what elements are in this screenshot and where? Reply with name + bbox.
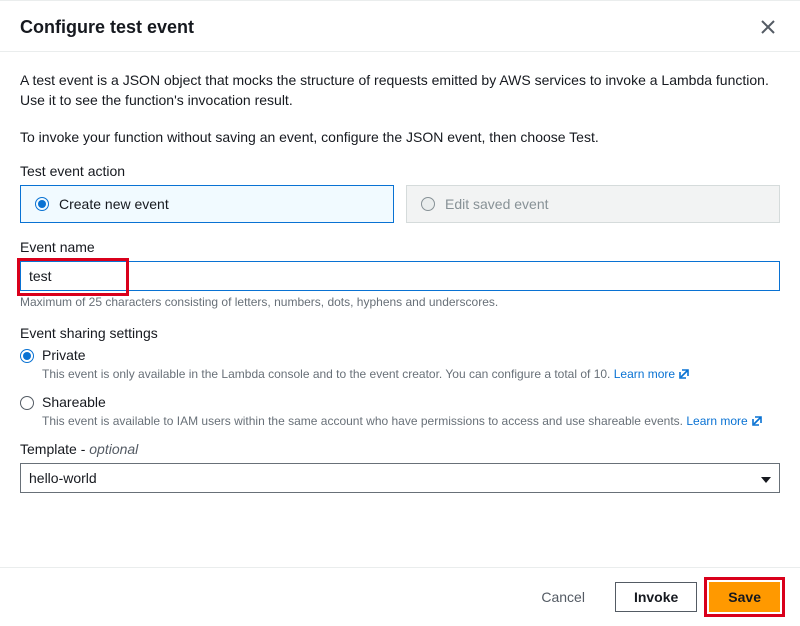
private-description: This event is only available in the Lamb… bbox=[42, 366, 780, 384]
radio-disabled-icon bbox=[421, 197, 435, 211]
template-value: hello-world bbox=[29, 470, 97, 486]
create-new-event-label: Create new event bbox=[59, 196, 169, 212]
configure-test-event-dialog: Configure test event A test event is a J… bbox=[0, 0, 800, 626]
test-event-action-label: Test event action bbox=[20, 163, 780, 179]
invoke-button[interactable]: Invoke bbox=[615, 582, 697, 612]
cancel-button[interactable]: Cancel bbox=[523, 583, 603, 611]
intro-text-1: A test event is a JSON object that mocks… bbox=[20, 70, 780, 111]
edit-saved-event-label: Edit saved event bbox=[445, 196, 549, 212]
private-label: Private bbox=[42, 347, 86, 363]
template-label: Template - bbox=[20, 441, 89, 457]
shareable-description: This event is available to IAM users wit… bbox=[42, 413, 780, 431]
external-link-icon bbox=[678, 368, 690, 384]
close-icon bbox=[760, 23, 776, 38]
private-option[interactable]: Private bbox=[20, 347, 780, 363]
dialog-title: Configure test event bbox=[20, 17, 194, 38]
event-name-input[interactable] bbox=[20, 261, 780, 291]
intro-text-2: To invoke your function without saving a… bbox=[20, 127, 780, 147]
event-name-helper: Maximum of 25 characters consisting of l… bbox=[20, 295, 780, 309]
template-optional: optional bbox=[89, 441, 138, 457]
save-button-wrap: Save bbox=[709, 582, 780, 612]
event-sharing-label: Event sharing settings bbox=[20, 325, 780, 341]
event-name-field-wrap bbox=[20, 261, 780, 291]
radio-selected-icon bbox=[20, 349, 34, 363]
test-event-action-group: Create new event Edit saved event bbox=[20, 185, 780, 223]
caret-down-icon bbox=[761, 470, 771, 486]
dialog-header: Configure test event bbox=[0, 1, 800, 52]
radio-unselected-icon bbox=[20, 396, 34, 410]
edit-saved-event-option: Edit saved event bbox=[406, 185, 780, 223]
save-button[interactable]: Save bbox=[709, 582, 780, 612]
radio-selected-icon bbox=[35, 197, 49, 211]
close-button[interactable] bbox=[756, 15, 780, 39]
dialog-content: A test event is a JSON object that mocks… bbox=[0, 52, 800, 567]
learn-more-shareable-link[interactable]: Learn more bbox=[686, 414, 762, 428]
shareable-option[interactable]: Shareable bbox=[20, 394, 780, 410]
external-link-icon bbox=[751, 415, 763, 431]
learn-more-private-link[interactable]: Learn more bbox=[614, 367, 690, 381]
create-new-event-option[interactable]: Create new event bbox=[20, 185, 394, 223]
shareable-label: Shareable bbox=[42, 394, 106, 410]
template-label-row: Template - optional bbox=[20, 441, 780, 457]
template-select[interactable]: hello-world bbox=[20, 463, 780, 493]
event-name-label: Event name bbox=[20, 239, 780, 255]
dialog-footer: Cancel Invoke Save bbox=[0, 567, 800, 626]
